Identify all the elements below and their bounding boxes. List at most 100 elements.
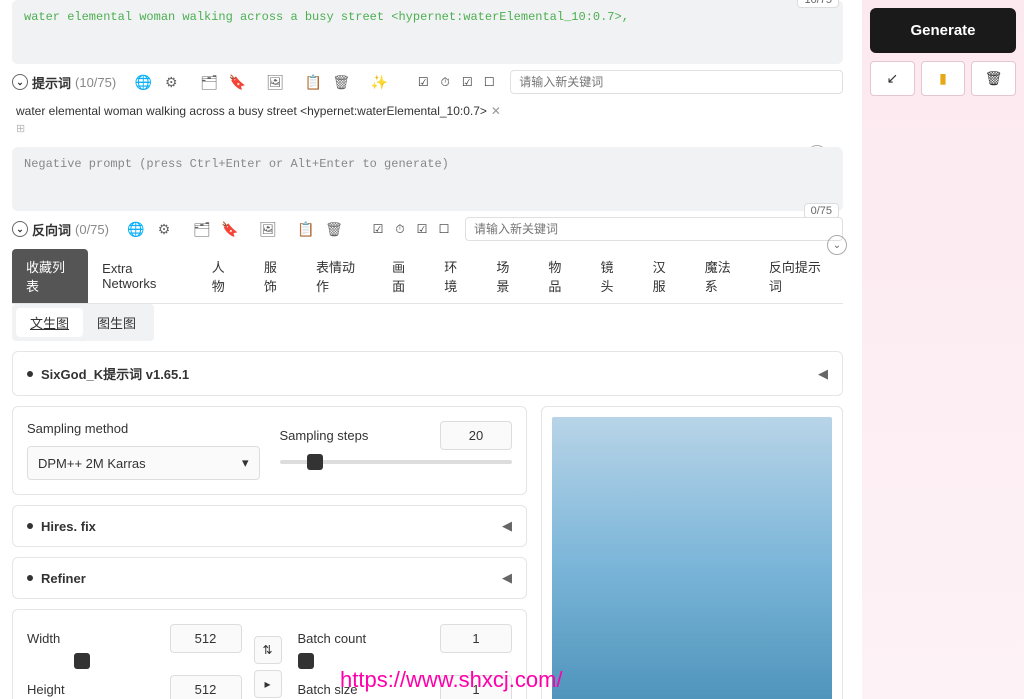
globe-icon[interactable]: 🌐 xyxy=(125,218,147,240)
negative-prompt-textarea[interactable]: 0/75 Negative prompt (press Ctrl+Enter o… xyxy=(12,147,843,211)
toggle-check-1[interactable]: ☑ xyxy=(369,220,387,238)
image-icon[interactable]: 🖼 xyxy=(257,218,279,240)
height-label: Height xyxy=(27,682,65,697)
hires-fix-accordion[interactable]: Hires. fix ◀ xyxy=(12,505,527,547)
batch-size-label: Batch size xyxy=(298,682,358,697)
sixgod-title: SixGod_K提示词 v1.65.1 xyxy=(41,364,189,383)
toggle-clock-icon[interactable]: ⏱ xyxy=(436,73,454,91)
sampling-method-select[interactable]: DPM++ 2M Karras ▾ xyxy=(27,446,260,480)
sampling-steps-slider[interactable] xyxy=(280,460,513,464)
subtab-txt2img[interactable]: 文生图 xyxy=(16,308,83,337)
tab-scene[interactable]: 场景 xyxy=(482,249,534,303)
swap-dimensions-button[interactable]: ⇅ xyxy=(254,636,282,664)
sampling-method-label: Sampling method xyxy=(27,421,260,436)
tab-clothing[interactable]: 服饰 xyxy=(250,249,302,303)
generate-button[interactable]: Generate xyxy=(870,8,1016,53)
height-input[interactable]: 512 xyxy=(170,675,242,699)
positive-tag-area: water elemental woman walking across a b… xyxy=(12,102,843,137)
positive-label: 提示词 xyxy=(32,73,71,92)
prompt-tag-chip[interactable]: water elemental woman walking across a b… xyxy=(16,104,501,118)
tab-object[interactable]: 物品 xyxy=(534,249,586,303)
dimensions-menu-button[interactable]: ▸ xyxy=(254,670,282,698)
trash-icon: 🗑 xyxy=(985,70,1003,86)
tab-environment[interactable]: 环境 xyxy=(430,249,482,303)
mode-subtabs: 文生图 图生图 xyxy=(12,304,154,341)
caret-left-icon: ◀ xyxy=(502,518,512,534)
tab-expression[interactable]: 表情动作 xyxy=(302,249,378,303)
bookmark-icon[interactable]: 🔖 xyxy=(226,71,248,93)
tab-person[interactable]: 人物 xyxy=(198,249,250,303)
copy-icon[interactable]: 📋 xyxy=(295,218,317,240)
sampling-steps-input[interactable]: 20 xyxy=(440,421,512,450)
card-icon[interactable]: 🗂 xyxy=(191,218,213,240)
globe-icon[interactable]: 🌐 xyxy=(132,71,154,93)
generated-image xyxy=(552,417,832,699)
copy-icon[interactable]: 📋 xyxy=(302,71,324,93)
sixgod-accordion[interactable]: SixGod_K提示词 v1.65.1 ◀ xyxy=(12,351,843,396)
caret-left-icon: ◀ xyxy=(502,570,512,586)
batch-count-label: Batch count xyxy=(298,631,367,646)
tab-favorites[interactable]: 收藏列表 xyxy=(12,249,88,303)
side-action-mobile[interactable]: ▮ xyxy=(921,61,966,96)
positive-count: (10/75) xyxy=(75,75,116,90)
tab-camera[interactable]: 镜头 xyxy=(587,249,639,303)
side-panel: Generate ↙ ▮ 🗑 xyxy=(862,0,1024,699)
toggle-check-2[interactable]: ☑ xyxy=(458,73,476,91)
bullet-icon xyxy=(27,575,33,581)
toggle-clock-icon[interactable]: ⏱ xyxy=(391,220,409,238)
close-icon[interactable]: ✕ xyxy=(491,104,501,118)
sparkle-icon[interactable]: ✨ xyxy=(368,71,390,93)
batch-count-input[interactable]: 1 xyxy=(440,624,512,653)
toggle-check-2[interactable]: ☑ xyxy=(413,220,431,238)
tab-extra-networks[interactable]: Extra Networks xyxy=(88,253,198,299)
batch-size-input[interactable]: 1 xyxy=(440,675,512,699)
tag-hint-icon: ⊞ xyxy=(16,122,839,135)
positive-token-counter: 10/75 xyxy=(797,0,839,8)
refiner-title: Refiner xyxy=(41,571,86,586)
category-tabs: 收藏列表 Extra Networks 人物 服饰 表情动作 画面 环境 场景 … xyxy=(12,249,843,304)
negative-label: 反向词 xyxy=(32,220,71,239)
tab-magic[interactable]: 魔法系 xyxy=(691,249,755,303)
tab-hanfu[interactable]: 汉服 xyxy=(639,249,691,303)
bullet-icon xyxy=(27,523,33,529)
negative-keyword-input[interactable] xyxy=(465,217,843,241)
chevron-down-circle-icon[interactable]: ⌄ xyxy=(12,74,28,90)
device-icon: ▮ xyxy=(939,70,947,86)
positive-prompt-text: water elemental woman walking across a b… xyxy=(24,10,629,24)
positive-prompt-textarea[interactable]: 10/75 water elemental woman walking acro… xyxy=(12,0,843,64)
positive-keyword-input[interactable] xyxy=(510,70,843,94)
negative-prompt-toolbar: ⌄ 反向词 (0/75) 🌐 ⚙ 🗂 🔖 🖼 📋 🗑 ☑ ⏱ ☑ ☐ ⌄ xyxy=(12,217,843,241)
tab-picture[interactable]: 画面 xyxy=(378,249,430,303)
gear-icon[interactable]: ⚙ xyxy=(160,71,182,93)
prompt-tag-text: water elemental woman walking across a b… xyxy=(16,104,487,118)
side-action-arrow[interactable]: ↙ xyxy=(870,61,915,96)
toggle-check-1[interactable]: ☑ xyxy=(414,73,432,91)
bookmark-icon[interactable]: 🔖 xyxy=(219,218,241,240)
output-image-area[interactable] xyxy=(541,406,843,699)
trash-icon[interactable]: 🗑 xyxy=(330,71,352,93)
toggle-box-icon[interactable]: ☐ xyxy=(480,73,498,91)
gear-icon[interactable]: ⚙ xyxy=(153,218,175,240)
tab-negative-prompts[interactable]: 反向提示词 xyxy=(755,249,843,303)
sampling-steps-label: Sampling steps xyxy=(280,428,369,443)
positive-prompt-toolbar: ⌄ 提示词 (10/75) 🌐 ⚙ 🗂 🔖 🖼 📋 🗑 ✨ ☑ ⏱ ☑ ☐ xyxy=(12,70,843,94)
trash-icon[interactable]: 🗑 xyxy=(323,218,345,240)
arrow-down-left-icon: ↙ xyxy=(886,70,898,86)
negative-prompt-placeholder: Negative prompt (press Ctrl+Enter or Alt… xyxy=(24,157,449,171)
side-action-trash[interactable]: 🗑 xyxy=(971,61,1016,96)
caret-left-icon: ◀ xyxy=(818,366,828,382)
collapse-down-icon[interactable]: ⌄ xyxy=(827,235,847,255)
width-input[interactable]: 512 xyxy=(170,624,242,653)
subtab-img2img[interactable]: 图生图 xyxy=(83,308,150,337)
width-label: Width xyxy=(27,631,60,646)
dimensions-panel: Width 512 Height 512 xyxy=(12,609,527,699)
chevron-down-icon: ▾ xyxy=(242,455,249,471)
chevron-down-circle-icon[interactable]: ⌄ xyxy=(12,221,28,237)
negative-count: (0/75) xyxy=(75,222,109,237)
card-icon[interactable]: 🗂 xyxy=(198,71,220,93)
toggle-box-icon[interactable]: ☐ xyxy=(435,220,453,238)
image-icon[interactable]: 🖼 xyxy=(264,71,286,93)
refiner-accordion[interactable]: Refiner ◀ xyxy=(12,557,527,599)
sampling-method-value: DPM++ 2M Karras xyxy=(38,456,146,471)
hires-title: Hires. fix xyxy=(41,519,96,534)
